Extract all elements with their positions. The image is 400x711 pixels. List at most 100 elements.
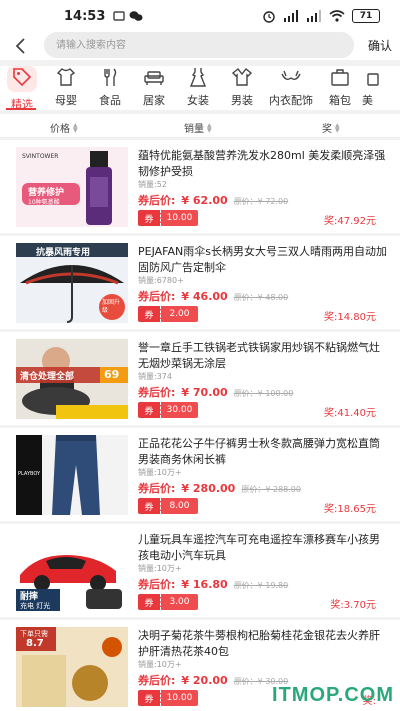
sort-price[interactable]: 价格 ▲ ▼ (50, 120, 78, 135)
category-item-underwear[interactable]: 内衣配饰 (264, 66, 318, 110)
beauty-icon (367, 73, 379, 86)
price-label: 券后价: (138, 482, 176, 495)
coupon-badge[interactable]: 券 2.00 (138, 306, 198, 322)
signal-icon-2 (307, 10, 321, 22)
category-label: 女装 (187, 94, 209, 107)
thumb-caption-2: 充电 灯光 (20, 602, 51, 610)
coupon-tag: 券 (138, 690, 160, 706)
coupon-value: 8.00 (160, 498, 198, 514)
sofa-icon (144, 71, 164, 85)
coupon-value: 2.00 (160, 306, 198, 322)
product-price: ¥ 62.00 (181, 194, 228, 207)
baby-clothes-icon (56, 68, 76, 86)
thumb-caption-2: 10种氨基酸 (28, 199, 60, 206)
bra-icon (281, 70, 301, 81)
coupon-tag: 券 (138, 594, 160, 610)
coupon-badge[interactable]: 券 10.00 (138, 690, 198, 706)
product-title: PEJAFAN雨伞s长柄男女大号三双人晴雨两用自动加固防风广告定制伞 (138, 245, 387, 274)
product-sales: 销量:10万+ (138, 564, 182, 573)
bag-icon (331, 69, 349, 86)
product-reward: 奖:41.40元 (324, 408, 376, 419)
product-reward: 奖:18.65元 (324, 504, 376, 515)
category-item-featured[interactable]: 精选 (0, 66, 44, 110)
search-input[interactable] (44, 32, 354, 58)
category-label: 母婴 (55, 94, 77, 107)
product-list: SVINTOWER 营养修护 10种氨基酸 蕴特优能氨基酸营养洗发水280ml … (0, 140, 400, 711)
coupon-badge[interactable]: 券 8.00 (138, 498, 198, 514)
product-price: ¥ 20.00 (181, 674, 228, 687)
thumb-caption-2: 69 (104, 368, 120, 381)
product-item[interactable]: PLAYBOY 正品花花公子牛仔裤男士秋冬款高腰弹力宽松直筒男装商务休闲长裤 销… (0, 428, 400, 521)
back-icon[interactable] (0, 37, 40, 55)
thumb-caption-2: 8.7 (26, 638, 44, 649)
product-sales: 销量:374 (138, 372, 172, 381)
original-price: 原价：¥ 19.80 (233, 581, 289, 590)
confirm-button[interactable]: 确认 (368, 37, 392, 54)
coupon-value: 3.00 (160, 594, 198, 610)
product-item[interactable]: SVINTOWER 营养修护 10种氨基酸 蕴特优能氨基酸营养洗发水280ml … (0, 140, 400, 233)
category-label: 居家 (143, 94, 165, 107)
original-price: 原价：¥ 100.00 (233, 389, 294, 398)
product-thumbnail: 清仓处理全部 69 (16, 339, 128, 419)
category-item-bags[interactable]: 箱包 (318, 66, 362, 110)
original-price: 原价：¥ 72.00 (233, 197, 289, 206)
price-label: 券后价: (138, 674, 176, 687)
coupon-tag: 券 (138, 306, 160, 322)
product-thumbnail: PLAYBOY (16, 435, 128, 515)
thumb-caption: 清仓处理全部 (20, 372, 75, 382)
product-reward: 奖:47.92元 (324, 216, 376, 227)
thumb-caption-2: 加固升级 (102, 299, 121, 314)
active-category-indicator (6, 108, 36, 110)
price-label: 券后价: (138, 386, 176, 399)
search-bar: 确认 (0, 32, 400, 60)
product-sales: 销量:10万+ (138, 468, 182, 477)
category-item-food[interactable]: 食品 (88, 66, 132, 110)
category-label: 箱包 (329, 94, 351, 107)
coupon-tag: 券 (138, 210, 160, 226)
coupon-value: 30.00 (160, 402, 198, 418)
product-price: ¥ 16.80 (181, 578, 228, 591)
category-item-home[interactable]: 居家 (132, 66, 176, 110)
product-thumbnail: SVINTOWER 营养修护 10种氨基酸 (16, 147, 128, 227)
tag-icon (13, 68, 32, 87)
original-price: 原价：¥ 48.00 (233, 293, 289, 302)
sort-arrows-icon: ▲ ▼ (73, 121, 78, 134)
product-item[interactable]: 抗暴风雨专用 加固升级 PEJAFAN雨伞s长柄男女大号三双人晴雨两用自动加固防… (0, 236, 400, 329)
product-item[interactable]: 清仓处理全部 69 誉一章丘手工铁锅老式铁锅家用炒锅不粘锅燃气灶无烟炒菜锅无涂层… (0, 332, 400, 425)
product-sales: 销量:6780+ (138, 276, 184, 285)
cutlery-icon (104, 68, 117, 86)
status-time: 14:53 (64, 8, 106, 24)
alarm-icon (263, 11, 275, 23)
price-label: 券后价: (138, 578, 176, 591)
category-item-beauty[interactable]: 美 (362, 66, 386, 110)
product-title: 正品花花公子牛仔裤男士秋冬款高腰弹力宽松直筒男装商务休闲长裤 (138, 437, 380, 466)
coupon-badge[interactable]: 券 3.00 (138, 594, 198, 610)
coupon-value: 10.00 (160, 690, 198, 706)
product-reward: 奖:3.70元 (330, 600, 376, 611)
coupon-badge[interactable]: 券 10.00 (138, 210, 198, 226)
signal-icon (284, 10, 298, 22)
wechat-icon (129, 11, 143, 21)
shirt-icon (231, 68, 253, 86)
category-item-men[interactable]: 男装 (220, 66, 264, 110)
product-thumbnail: 抗暴风雨专用 加固升级 (16, 243, 128, 323)
status-bar: 14:53 71 (0, 0, 400, 32)
sim-icon (113, 11, 125, 21)
thumb-caption: 抗暴风雨专用 (36, 248, 91, 258)
category-label: 内衣配饰 (269, 94, 313, 107)
category-item-women[interactable]: 女装 (176, 66, 220, 110)
category-label: 食品 (99, 94, 121, 107)
category-item-baby[interactable]: 母婴 (44, 66, 88, 110)
coupon-value: 10.00 (160, 210, 198, 226)
coupon-badge[interactable]: 券 30.00 (138, 402, 198, 418)
dress-icon (189, 68, 207, 87)
product-thumbnail: 下单只需 8.7 (16, 627, 128, 707)
product-title: 儿童玩具车遥控汽车可充电遥控车漂移赛车小孩男孩电动小汽车玩具 (138, 533, 380, 562)
category-label: 男装 (231, 94, 253, 107)
product-item[interactable]: 耐摔 充电 灯光 儿童玩具车遥控汽车可充电遥控车漂移赛车小孩男孩电动小汽车玩具 … (0, 524, 400, 617)
sort-sales[interactable]: 销量 ▲ ▼ (184, 120, 212, 135)
sort-reward[interactable]: 奖 ▲ ▼ (322, 120, 340, 135)
original-price: 原价：¥ 288.00 (241, 485, 301, 494)
sort-arrows-icon: ▲ ▼ (335, 121, 340, 134)
product-price: ¥ 280.00 (181, 482, 236, 495)
